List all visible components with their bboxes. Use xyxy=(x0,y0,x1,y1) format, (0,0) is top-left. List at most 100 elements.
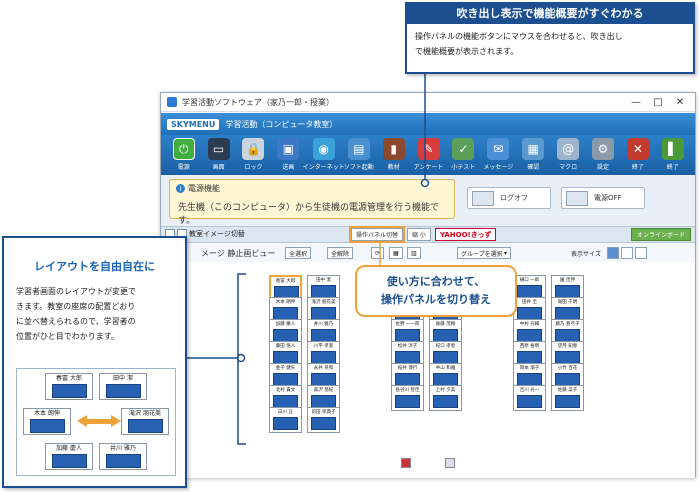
toolbar-button-label: マクロ xyxy=(559,164,578,171)
tooltip-description: 先生機（このコンピュータ）から生徒機の電源管理を行う機能です。 xyxy=(178,203,440,226)
globe-icon: ◉ xyxy=(312,138,335,160)
shrink-button[interactable]: 縮 小 xyxy=(407,228,431,241)
student-name: 上村 夕美 xyxy=(435,388,456,393)
example-seat-name: 春冨 大郎 xyxy=(56,375,82,382)
student-seat[interactable]: 吉川 光一 xyxy=(513,385,546,411)
minimize-button[interactable]: — xyxy=(625,93,647,112)
message-icon: ✉ xyxy=(487,138,510,160)
callout-top-title: 吹き出し表示で機能概要がすぐわかる xyxy=(407,4,693,24)
mode-label: 学習活動（コンピュータ教室） xyxy=(225,119,338,129)
student-name: 藤田 悟人 xyxy=(275,344,296,349)
student-name: 田中 潔 xyxy=(316,278,331,283)
toolbar-button-13[interactable]: ✕ 終了 xyxy=(621,137,654,173)
toolbar-button-label: 電源 xyxy=(177,164,190,171)
toolbar-button-4[interactable]: ◉ インターネット xyxy=(303,137,345,173)
student-seat[interactable]: 白川 亘 xyxy=(269,407,302,433)
student-seat[interactable]: 上村 夕美 xyxy=(429,385,462,411)
toolbar-button-9[interactable]: ✉ メッセージ xyxy=(482,137,515,173)
student-name: 佐藤 菜子 xyxy=(557,388,578,393)
group-select[interactable]: グループを選択 ▾ xyxy=(457,247,511,259)
student-name: 春冨 大郎 xyxy=(275,279,296,284)
example-seat: 木本 朗伸 xyxy=(23,408,71,435)
toolbar-button-1[interactable]: ▭ 画面 xyxy=(202,137,235,173)
example-seat-screen xyxy=(106,384,141,398)
student-name: 川平 孝潔 xyxy=(313,344,334,349)
toolbar-button-8[interactable]: ✓ 小テスト xyxy=(447,137,480,173)
student-name: 滝沢 朋花美 xyxy=(311,300,336,305)
student-seat[interactable]: 長谷川 智佳 xyxy=(391,385,424,411)
toolbar-button-label: ロック xyxy=(244,164,263,171)
info-icon: i xyxy=(176,184,185,193)
gear-icon: ⚙ xyxy=(591,138,614,160)
student-name: 木本 朗伸 xyxy=(275,300,296,305)
toolbar-button-10[interactable]: ▦ 確認 xyxy=(517,137,550,173)
info-panel: i 電源機能 先生機（このコンピュータ）から生徒機の電源管理を行う機能です。 ロ… xyxy=(161,175,695,227)
toolbar-button-label: 終了 xyxy=(666,164,679,171)
deselect-all-button[interactable]: 全解除 xyxy=(327,247,354,259)
toolbar-button-2[interactable]: 🔒 ロック xyxy=(237,137,270,173)
toolbar-button-0[interactable]: ⏻ 電源 xyxy=(167,137,200,173)
online-board-button[interactable]: オンラインボード xyxy=(630,228,691,241)
power-off-button[interactable]: 電源OFF xyxy=(561,187,645,209)
power-icon: ⏻ xyxy=(172,138,195,160)
toolbar-button-12[interactable]: ⚙ 設定 xyxy=(586,137,619,173)
monitor-icon: ▭ xyxy=(207,138,230,160)
printer-icon[interactable] xyxy=(401,458,411,468)
student-name: 中山 和雅 xyxy=(435,366,456,371)
student-screen-thumbnail xyxy=(517,395,542,408)
size-large-button[interactable] xyxy=(607,247,619,259)
toolbar-button-11[interactable]: @ マクロ xyxy=(551,137,584,173)
toolbar-button-label: 小テスト xyxy=(451,164,476,171)
exit-icon: ▌ xyxy=(661,138,684,160)
student-name: 森沢 悠紀 xyxy=(313,388,334,393)
seat-view-alt-icon[interactable]: ▥ xyxy=(407,247,421,259)
app-icon xyxy=(167,97,177,107)
example-seat-screen xyxy=(30,419,65,433)
student-seat[interactable]: 佐藤 菜子 xyxy=(551,385,584,411)
yahoo-kids-button[interactable]: YAHOO!きっず xyxy=(434,228,497,241)
student-name: 望月 知春 xyxy=(557,344,578,349)
student-name: 堀田 千明 xyxy=(557,300,578,305)
toolbar-button-label: メッセージ xyxy=(483,164,514,171)
student-name: 小竹 百花 xyxy=(557,366,578,371)
callout-mid-line1: 使い方に合わせて、 xyxy=(386,275,486,288)
size-medium-button[interactable] xyxy=(621,247,633,259)
panel-switch-button[interactable]: 操作パネル切替 xyxy=(348,226,406,243)
seat-view-icon[interactable]: ▦ xyxy=(389,247,403,259)
toolbar-button-5[interactable]: ▤ ソフト起動 xyxy=(342,137,375,173)
student-name: 松井 淳子 xyxy=(397,344,418,349)
function-toolbar: ⏻ 電源 ▭ 画面 🔒 ロック ▣ 送画 ◉ インターネット ▤ ソフト起動 ▮ 教材 ✎ アンケート ✓ 小テス… xyxy=(161,135,695,175)
student-name: 吉川 光一 xyxy=(519,388,540,393)
student-name: 長谷川 智佳 xyxy=(395,388,420,393)
student-screen-thumbnail xyxy=(273,417,298,430)
refresh-icon[interactable]: ⟳ xyxy=(371,247,385,259)
example-seat-screen xyxy=(128,419,163,433)
size-small-button[interactable] xyxy=(635,247,647,259)
student-name: 白川 亘 xyxy=(278,410,293,415)
display-size-label: 表示サイズ xyxy=(571,251,601,258)
toolbar-button-7[interactable]: ✎ アンケート xyxy=(412,137,445,173)
toolbar-button-label: インターネット xyxy=(302,164,345,171)
example-seat: 春冨 大郎 xyxy=(45,373,93,400)
toolbar-button-14[interactable]: ▌ 終了 xyxy=(656,137,689,173)
toolbar-button-3[interactable]: ▣ 送画 xyxy=(272,137,305,173)
layout-feature-callout: レイアウトを自由自在に 学習者画面のレイアウトが変更で きます。教室の座席の配置… xyxy=(2,236,187,488)
callout-left-line4: 位置がひと目でわかります。 xyxy=(16,332,119,341)
close-button[interactable]: ✕ xyxy=(669,93,691,112)
select-all-button[interactable]: 全選択 xyxy=(285,247,312,259)
logoff-button[interactable]: ログオフ xyxy=(467,187,551,209)
maximize-button[interactable]: □ xyxy=(647,93,669,112)
student-seat[interactable]: 前田 孝典子 xyxy=(307,407,340,433)
example-seat-screen xyxy=(52,384,87,398)
student-name: 園 佳伸 xyxy=(560,278,575,283)
toolbar-button-6[interactable]: ▮ 教材 xyxy=(377,137,410,173)
check-icon: ▦ xyxy=(522,138,545,160)
callout-left-line2: きます。教室の座席の配置どおり xyxy=(16,302,136,311)
example-seat: 井川 雅乃 xyxy=(99,443,147,470)
student-name: 北村 貴文 xyxy=(275,388,296,393)
student-screen-thumbnail xyxy=(433,395,458,408)
example-seat-name: 木本 朗伸 xyxy=(34,410,60,417)
student-name: 金子 健矢 xyxy=(275,366,296,371)
power-off-icon xyxy=(566,190,588,206)
save-icon[interactable] xyxy=(445,458,455,468)
